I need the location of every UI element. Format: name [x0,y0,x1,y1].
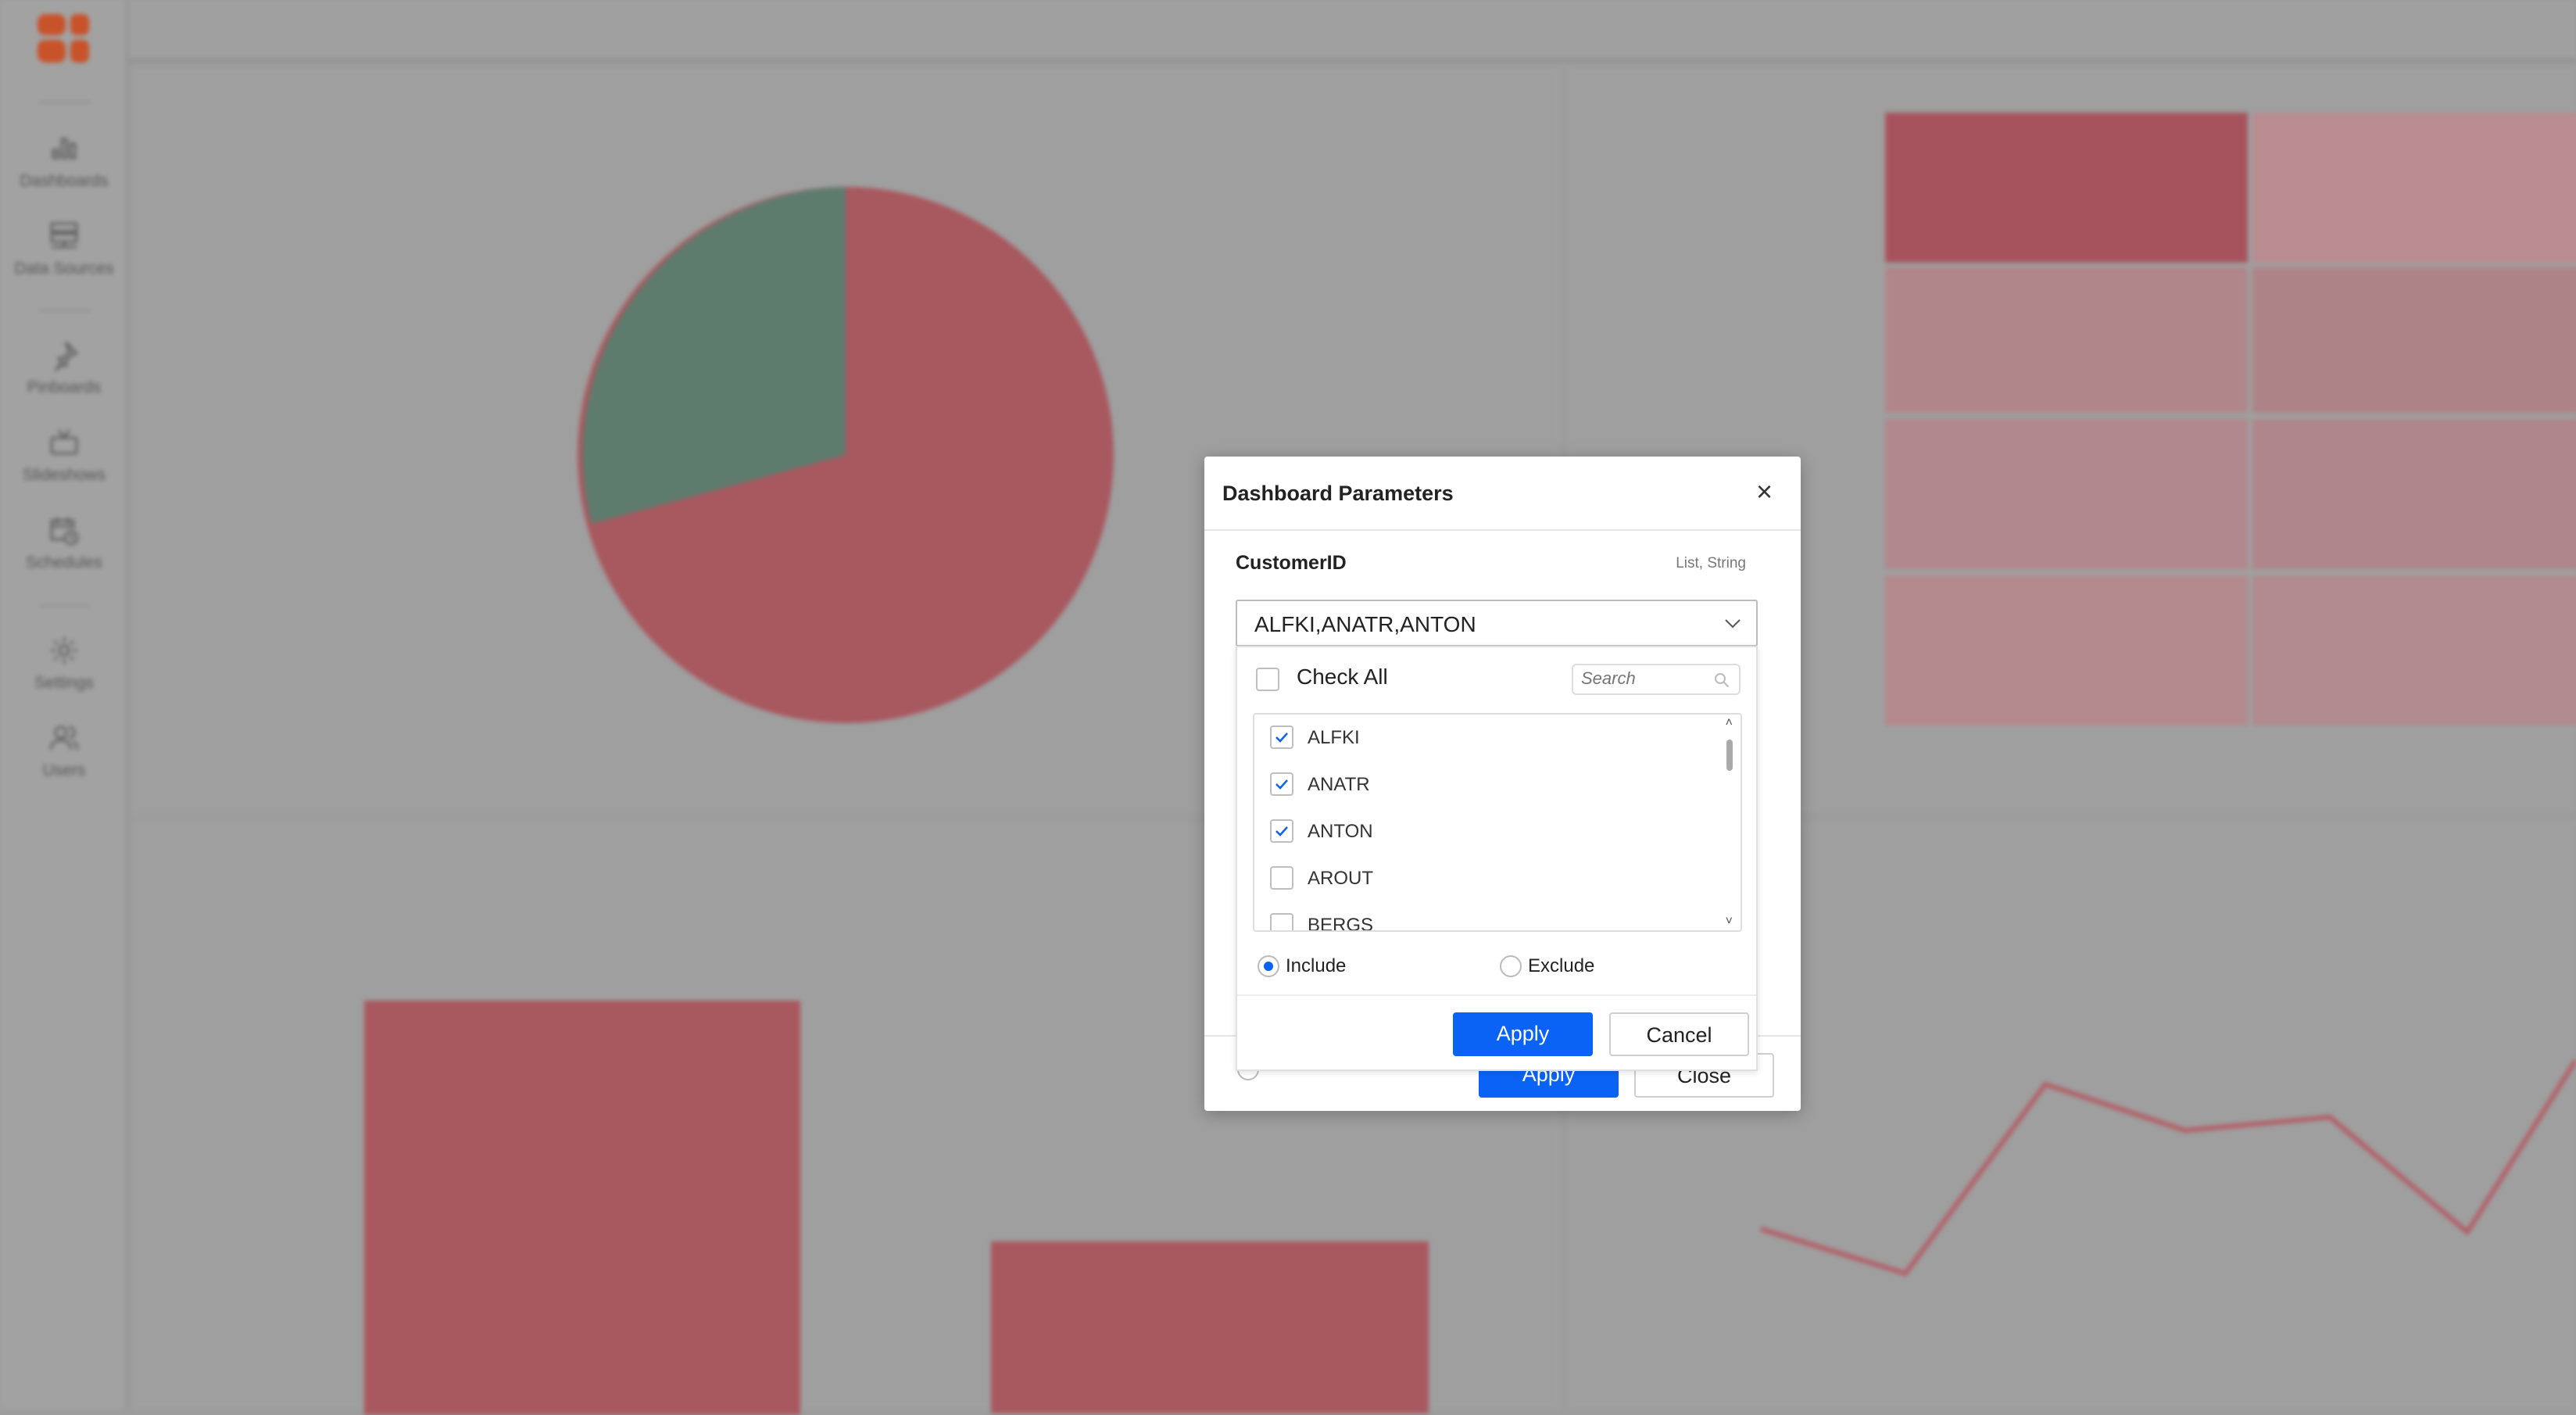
nav-schedules[interactable]: Schedules [0,514,128,572]
divider [39,102,91,103]
search-input[interactable] [1581,665,1706,692]
checkmark-icon [1274,729,1290,745]
tv-icon [48,427,80,458]
apply-button[interactable]: Apply [1453,1012,1593,1056]
customerid-select[interactable]: ALFKI,ANATR,ANTON [1236,600,1758,647]
option-label: ANATR [1308,774,1370,796]
checkmark-icon [1274,823,1290,839]
nav-data-sources[interactable]: Data Sources [0,220,128,278]
option-item[interactable]: AROUT [1254,855,1709,902]
users-icon [48,722,80,754]
selected-value: ALFKI,ANATR,ANTON [1254,612,1476,637]
dropdown-footer: Apply Cancel [1237,994,1756,1071]
parameter-type: List, String [1676,555,1746,572]
scrollbar-thumb[interactable] [1726,740,1733,771]
nav-label: Slideshows [23,466,106,484]
nav-settings[interactable]: Settings [0,635,128,693]
bar-chart-icon [48,133,80,164]
include-radio[interactable]: Include [1258,955,1346,977]
nav-slideshows[interactable]: Slideshows [0,427,128,485]
exclude-radio[interactable]: Exclude [1500,955,1594,977]
search-icon [1714,672,1730,688]
check-all-checkbox[interactable] [1256,668,1279,691]
radio-button[interactable] [1258,955,1279,977]
nav-users[interactable]: Users [0,722,128,780]
multiselect-dropdown: Check All ALFKIANATRANTONAROUTBERGS ˄ ˅ … [1236,646,1758,1071]
nav-label: Data Sources [14,260,113,278]
option-checkbox[interactable] [1270,725,1293,749]
nav-label: Dashboards [20,172,108,190]
chevron-down-icon [1723,614,1742,632]
nav-dashboards[interactable]: Dashboards [0,133,128,191]
include-label: Include [1286,955,1346,977]
option-label: ANTON [1308,821,1373,843]
scroll-up-arrow[interactable]: ˄ [1726,716,1733,730]
search-box [1572,664,1741,695]
close-icon[interactable]: × [1756,475,1773,508]
dialog-header: Dashboard Parameters × [1204,457,1801,531]
option-item[interactable]: BERGS [1254,902,1709,932]
option-checkbox[interactable] [1270,866,1293,890]
divider [39,605,91,607]
parameter-name: CustomerID [1236,552,1347,575]
option-checkbox[interactable] [1270,819,1293,843]
nav-label: Schedules [26,553,102,571]
radio-button[interactable] [1500,955,1522,977]
scroll-down-arrow[interactable]: ˅ [1726,915,1733,929]
option-label: AROUT [1308,868,1373,890]
exclude-label: Exclude [1528,955,1594,977]
nav-pinboards[interactable]: Pinboards [0,339,128,397]
cancel-button[interactable]: Cancel [1609,1012,1749,1056]
option-label: BERGS [1308,915,1373,932]
option-item[interactable]: ALFKI [1254,715,1709,761]
check-all-label: Check All [1297,665,1388,690]
pin-icon [48,339,80,371]
nav-label: Settings [34,674,94,692]
options-list: ALFKI ANATR ANTON AROUT BERGS ˄ ˅ [1253,713,1742,932]
line-series [1761,1060,2576,1274]
dashboard-parameters-dialog: Dashboard Parameters × CustomerID List, … [1204,457,1801,1111]
option-checkbox[interactable] [1270,913,1293,932]
nav-label: Users [43,761,86,779]
calendar-clock-icon [48,514,80,546]
option-item[interactable]: ANTON [1254,808,1709,855]
nav-label: Pinboards [27,378,102,396]
divider [39,310,91,311]
gear-icon [48,635,80,666]
app-logo [38,14,89,63]
database-icon [48,220,80,252]
top-header [128,0,2576,63]
sidebar: Dashboards Data Sources Pinboards Slides… [0,0,128,1409]
dialog-title: Dashboard Parameters [1222,482,1454,506]
option-checkbox[interactable] [1270,772,1293,796]
checkmark-icon [1274,776,1290,792]
option-label: ALFKI [1308,727,1360,749]
option-item[interactable]: ANATR [1254,761,1709,808]
